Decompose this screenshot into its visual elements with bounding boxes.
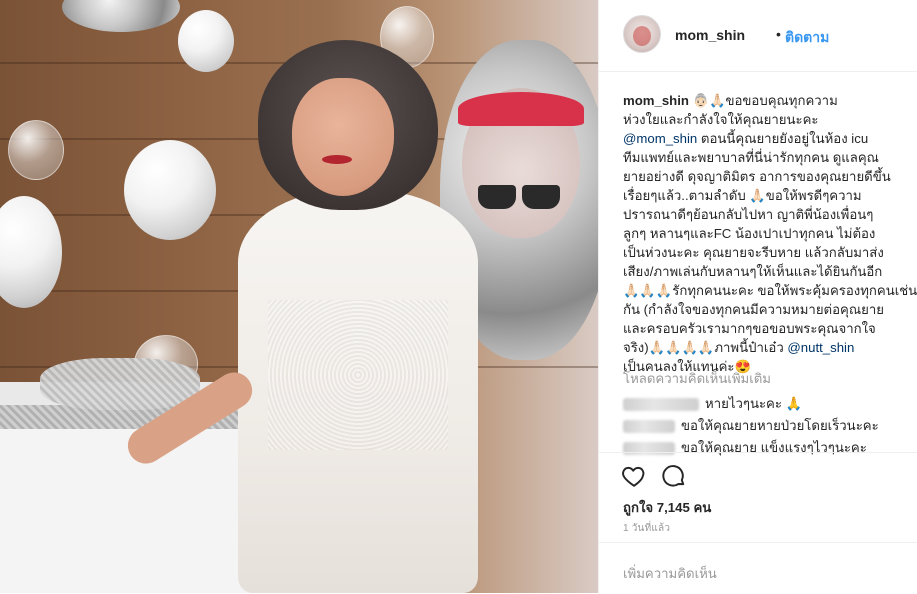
instagram-post: mom_shin • ติดตาม mom_shin 👵🏻🙏🏻ขอขอบคุณท… <box>0 0 917 593</box>
lace-pattern <box>268 300 448 450</box>
caption-line: ปรารถนาดีๆย้อนกลับไปหา ญาติพี่น้องเพื่อน… <box>623 207 874 222</box>
post-photo[interactable] <box>0 0 598 593</box>
lips <box>322 155 352 164</box>
face <box>292 78 394 196</box>
red-headband <box>458 92 584 126</box>
comment-text: ขอให้คุณยายหายป่วยโดยเร็วนะคะ <box>681 418 879 433</box>
post-side-panel: mom_shin • ติดตาม mom_shin 👵🏻🙏🏻ขอขอบคุณท… <box>598 0 917 593</box>
caption-line: 👵🏻🙏🏻ขอขอบคุณทุกความ <box>692 93 838 108</box>
post-header: mom_shin • ติดตาม <box>599 0 917 72</box>
comment-text: หายไวๆนะคะ 🙏 <box>705 396 803 411</box>
caption-line: ทีมแพทย์และพยาบาลที่นี่น่ารักทุกคน ดูแลค… <box>623 150 879 165</box>
caption-text: ตอนนี้คุณยายยังอยู่ในห้อง icu <box>697 131 869 146</box>
add-comment-bar: เพิ่มความคิดเห็น <box>599 542 917 594</box>
comment-item: ขอให้คุณยายหายป่วยโดยเร็วนะคะ <box>623 415 879 436</box>
caption-line: จริง)🙏🏻🙏🏻🙏🏻🙏🏻ภาพนี้ป๋าเอ๋ว @nutt_shin <box>623 337 854 358</box>
speech-bubble-icon[interactable] <box>661 463 687 489</box>
sunglasses-left-lens <box>478 185 516 209</box>
post-actions <box>599 452 917 493</box>
caption-text: จริง)🙏🏻🙏🏻🙏🏻🙏🏻ภาพนี้ป๋าเอ๋ว <box>623 340 788 355</box>
load-more-comments[interactable]: โหลดความคิดเห็นเพิ่มเติม <box>623 368 771 389</box>
balloon <box>178 10 234 72</box>
caption-line: ยายอย่างดี ดุจญาติมิตร อาการของคุณยายดีข… <box>623 169 891 184</box>
caption-line: ห่วงใยและกำลังใจให้คุณยายนะคะ <box>623 112 819 127</box>
redacted-username <box>623 398 699 412</box>
caption-line: เรื่อยๆแล้ว..ตามลำดับ 🙏🏻ขอให้พรดีๆความ <box>623 188 862 203</box>
heart-icon[interactable] <box>621 463 647 489</box>
foil-letter-balloon <box>62 0 180 32</box>
redacted-username <box>623 420 675 434</box>
caption-username[interactable]: mom_shin <box>623 93 689 108</box>
follow-button[interactable]: ติดตาม <box>785 27 829 49</box>
gift-bow <box>40 358 200 410</box>
caption-line: 🙏🏻🙏🏻🙏🏻รักทุกคนนะคะ ขอให้พระคุ้มครองทุกคน… <box>623 283 917 298</box>
caption-line: เสียง/ภาพเล่นกับหลานๆให้เห็นและได้ยินกัน… <box>623 264 883 279</box>
avatar[interactable] <box>623 15 661 53</box>
caption-line: ลูกๆ หลานๆและFC น้องเปาเปาทุกคน ไม่ต้อง <box>623 226 876 241</box>
clear-balloon <box>8 120 64 180</box>
caption-line: @mom_shin ตอนนี้คุณยายยังอยู่ในห้อง icu <box>623 128 868 149</box>
mention-link[interactable]: @mom_shin <box>623 131 697 146</box>
sunglasses-right-lens <box>522 185 560 209</box>
add-comment-input[interactable]: เพิ่มความคิดเห็น <box>623 563 717 584</box>
like-count[interactable]: ถูกใจ 7,145 คน <box>623 497 711 518</box>
caption-line: กัน (กำลังใจของทุกคนมีความหมายต่อคุณยาย <box>623 302 884 317</box>
header-username[interactable]: mom_shin <box>675 27 745 43</box>
comment-item: หายไวๆนะคะ 🙏 <box>623 393 802 414</box>
mention-link[interactable]: @nutt_shin <box>787 340 854 355</box>
balloon <box>124 140 216 240</box>
post-timestamp[interactable]: 1 วันที่แล้ว <box>623 521 670 536</box>
header-separator: • <box>776 26 781 42</box>
caption-line: และครอบครัวเรามากๆขอขอบพระคุณจากใจ <box>623 321 876 336</box>
caption-line: เป็นห่วงนะคะ คุณยายจะรีบหาย แล้วกลับมาส่… <box>623 245 884 260</box>
